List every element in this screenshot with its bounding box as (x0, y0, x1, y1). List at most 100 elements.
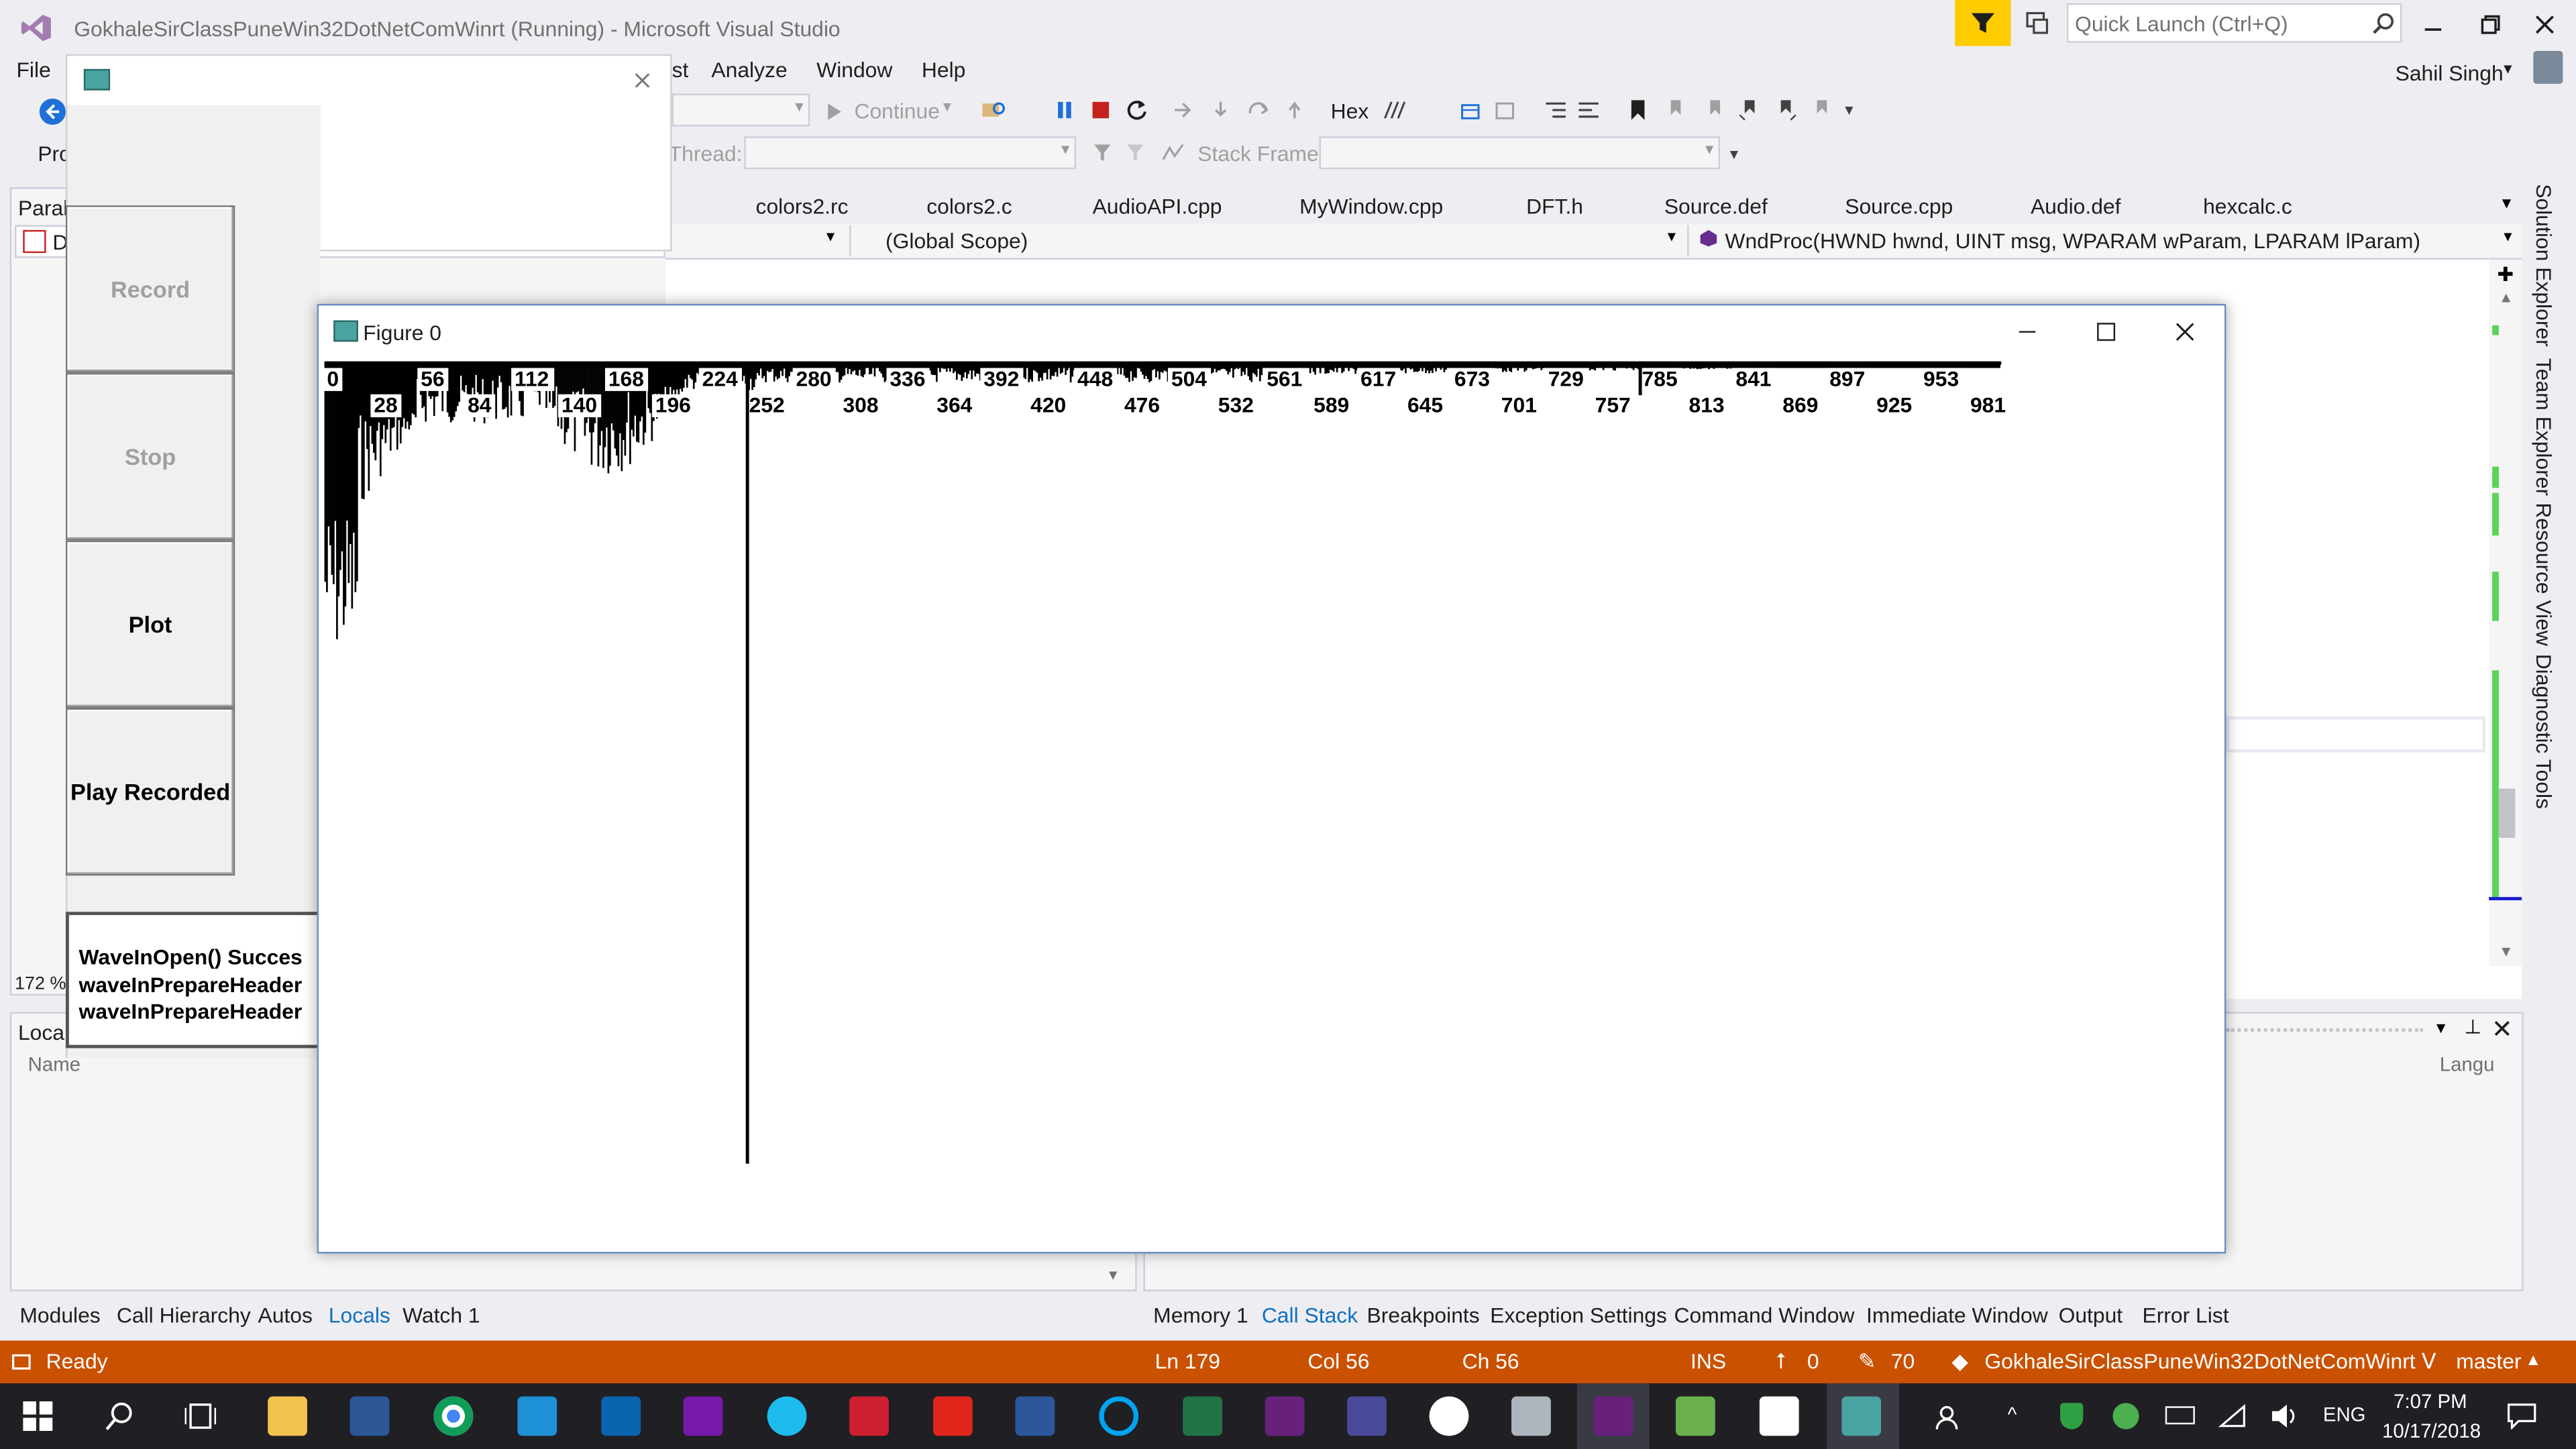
scroll-up-icon[interactable]: ▲ (2499, 289, 2514, 305)
acrobat-icon[interactable] (933, 1396, 973, 1436)
remote-desktop-icon[interactable] (517, 1396, 557, 1436)
close-icon[interactable] (2169, 319, 2202, 345)
hex-toggle[interactable]: Hex (1331, 99, 1369, 123)
chevron-down-icon[interactable]: ▾ (826, 228, 835, 246)
continue-icon[interactable] (824, 102, 844, 121)
image-viewer-icon[interactable] (1675, 1396, 1715, 1436)
tab-resource-view[interactable]: Resource View (2532, 502, 2557, 646)
tab-source-def[interactable]: Source.def (1664, 194, 1768, 219)
word-icon[interactable] (1015, 1396, 1055, 1436)
user-name[interactable]: Sahil Singh (2396, 61, 2504, 86)
quick-launch-box[interactable]: Quick Launch (Ctrl+Q) (2066, 3, 2402, 43)
visual-studio-icon[interactable] (1265, 1396, 1305, 1436)
search-icon[interactable] (105, 1401, 135, 1431)
tab-exception-settings[interactable]: Exception Settings (1490, 1303, 1667, 1328)
member-combo[interactable]: WndProc(HWND hwnd, UINT msg, WPARAM wPar… (1687, 225, 2518, 257)
bookmark-icon[interactable] (1626, 97, 1649, 123)
tab-mywindow-cpp[interactable]: MyWindow.cpp (1299, 194, 1443, 219)
document-icon[interactable] (1759, 1396, 1799, 1436)
scope-combo[interactable]: (Global Scope) ▾ (849, 225, 1684, 257)
unpushed-commits[interactable]: 0 (1807, 1349, 1819, 1374)
menu-test[interactable]: st (672, 58, 689, 83)
tab-locals[interactable]: Locals (329, 1303, 390, 1328)
column-number[interactable]: Col 56 (1307, 1349, 1369, 1374)
search-icon[interactable] (2371, 10, 2397, 36)
thread-combo[interactable] (744, 136, 1077, 170)
tab-audio-def[interactable]: Audio.def (2031, 194, 2121, 219)
menu-help[interactable]: Help (922, 58, 966, 83)
figure-app-icon[interactable] (1841, 1396, 1882, 1436)
zoom-level[interactable]: 172 % (15, 974, 66, 994)
language-indicator[interactable]: ENG (2323, 1403, 2366, 1426)
plot-button[interactable]: Plot (65, 540, 235, 708)
tab-error-list[interactable]: Error List (2142, 1303, 2229, 1328)
clear-layout-icon[interactable] (1492, 97, 1518, 123)
scrollbar-thumb[interactable] (2498, 788, 2516, 838)
ie-icon[interactable] (767, 1396, 807, 1436)
pending-changes[interactable]: 70 (1891, 1349, 1915, 1374)
editor-scrollbar[interactable]: ✚ ▲ ▼ (2489, 259, 2522, 967)
toolbar-overflow-icon[interactable]: ▾ (1845, 102, 1853, 120)
excel-icon[interactable] (1183, 1396, 1223, 1436)
play-recorded-button[interactable]: Play Recorded (65, 708, 235, 876)
pause-icon[interactable] (1053, 99, 1076, 121)
step-over-icon[interactable] (1245, 99, 1271, 121)
tab-source-cpp[interactable]: Source.cpp (1845, 194, 1953, 219)
continue-button[interactable]: Continue (854, 99, 939, 123)
outdent-icon[interactable] (1576, 97, 1602, 123)
tab-diagnostic-tools[interactable]: Diagnostic Tools (2532, 654, 2557, 809)
chevron-down-icon[interactable]: ▾ (2504, 228, 2512, 246)
quick-launch-input[interactable]: Quick Launch (Ctrl+Q) (2075, 11, 2288, 36)
indent-icon[interactable] (1543, 97, 1569, 123)
chevron-down-icon[interactable]: ▾ (2504, 61, 2512, 79)
globe-icon[interactable] (2112, 1403, 2139, 1430)
tab-audioapi-cpp[interactable]: AudioAPI.cpp (1093, 194, 1222, 219)
toolbar-overflow-icon[interactable]: ▾ (1730, 146, 1738, 164)
chevron-down-icon[interactable]: ▾ (1109, 1267, 1117, 1285)
tab-dft-h[interactable]: DFT.h (1526, 194, 1583, 219)
infinity-icon[interactable] (1347, 1396, 1387, 1436)
insert-mode[interactable]: INS (1690, 1349, 1726, 1374)
menu-window[interactable]: Window (816, 58, 892, 83)
tab-memory-1[interactable]: Memory 1 (1153, 1303, 1248, 1328)
breakpoint-layout-icon[interactable] (1457, 97, 1483, 123)
minimize-icon[interactable] (2415, 10, 2451, 40)
tab-command-window[interactable]: Command Window (1674, 1303, 1855, 1328)
filter-icon[interactable] (1091, 142, 1114, 164)
menu-file[interactable]: File (16, 58, 50, 83)
chevron-down-icon[interactable]: ▾ (2436, 1017, 2446, 1038)
flag-threads-icon[interactable] (1124, 142, 1146, 164)
stack-frame-combo[interactable] (1319, 136, 1721, 170)
onenote-icon[interactable] (683, 1396, 723, 1436)
tray-chevron-icon[interactable]: ^ (2008, 1403, 2017, 1426)
thread-markers-icon[interactable] (1382, 97, 1408, 123)
close-icon[interactable] (631, 69, 653, 92)
maximize-icon[interactable] (2090, 319, 2123, 345)
chevron-down-icon[interactable]: ▾ (943, 99, 951, 117)
pin-icon[interactable]: ⊥ (2464, 1015, 2481, 1038)
show-next-statement-icon[interactable] (1171, 99, 1194, 121)
wifi-icon[interactable] (2218, 1403, 2247, 1429)
start-icon[interactable] (23, 1401, 53, 1432)
step-into-icon[interactable] (1209, 99, 1232, 121)
tab-hexcalc-c[interactable]: hexcalc.c (2203, 194, 2292, 219)
solution-config-combo[interactable] (672, 93, 810, 127)
tab-autos[interactable]: Autos (258, 1303, 312, 1328)
column-header-language[interactable]: Langu (2440, 1053, 2495, 1076)
action-center-icon[interactable] (2507, 1403, 2536, 1430)
battery-icon[interactable] (2165, 1406, 2195, 1425)
prev-bookmark-folder-icon[interactable] (1737, 97, 1763, 123)
clock-time[interactable]: 7:07 PM (2394, 1390, 2467, 1413)
stop-button[interactable]: Stop (65, 372, 235, 541)
record-button[interactable]: Record (65, 205, 235, 373)
tab-breakpoints[interactable]: Breakpoints (1367, 1303, 1480, 1328)
clear-bookmarks-icon[interactable] (1809, 97, 1835, 123)
tab-modules[interactable]: Modules (19, 1303, 100, 1328)
notification-filter-icon[interactable] (1955, 0, 2011, 46)
defender-icon[interactable] (2060, 1403, 2084, 1430)
powershell-icon[interactable] (350, 1396, 390, 1436)
slack-icon[interactable] (1429, 1396, 1469, 1436)
outlook-icon[interactable] (601, 1396, 641, 1436)
tab-call-stack[interactable]: Call Stack (1262, 1303, 1358, 1328)
step-out-icon[interactable] (1283, 99, 1306, 121)
